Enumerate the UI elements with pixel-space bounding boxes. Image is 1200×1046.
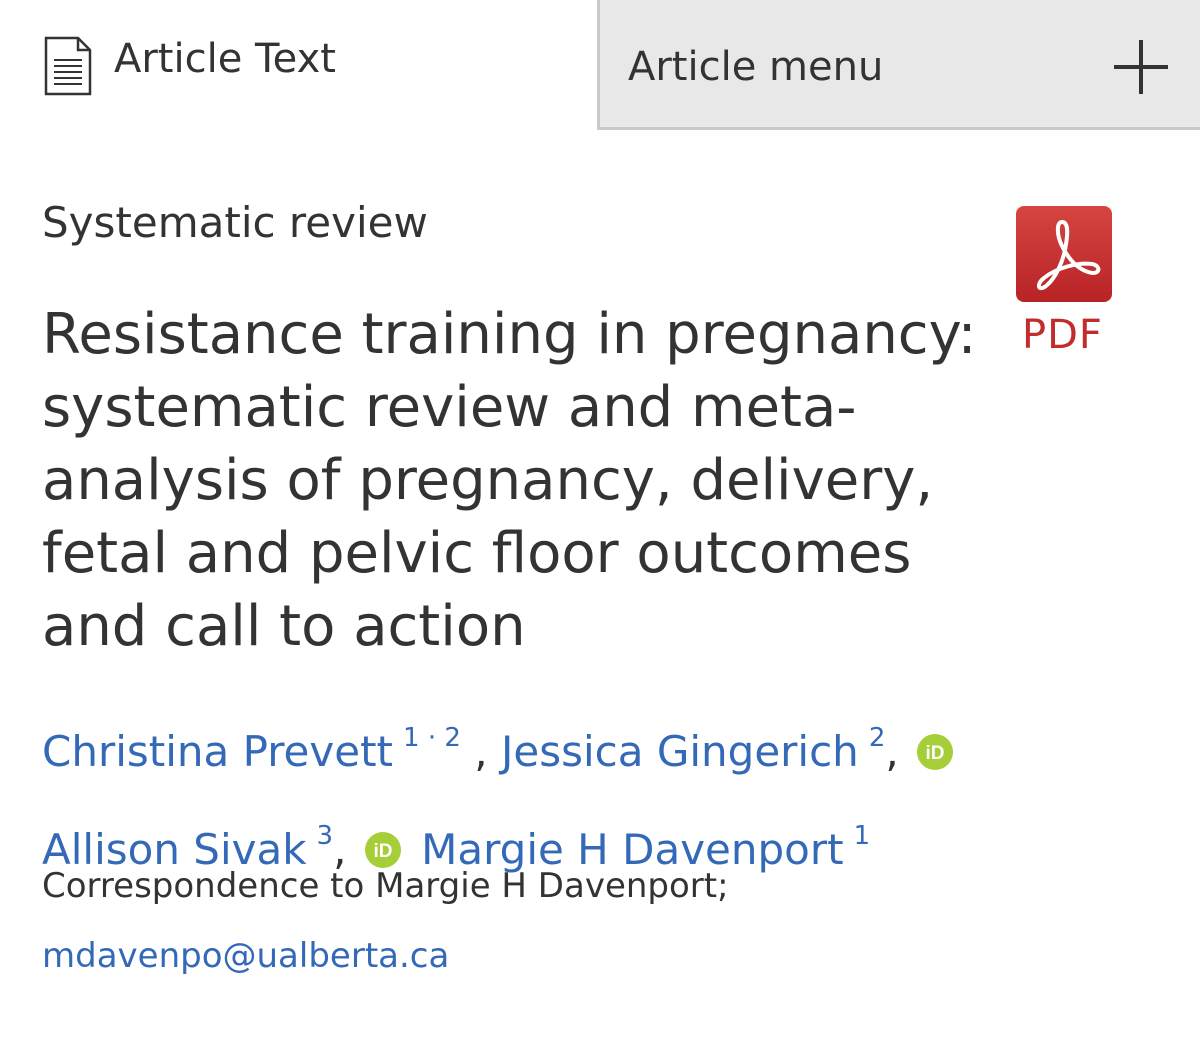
- orcid-icon[interactable]: iD: [916, 733, 954, 771]
- article-type-label: Systematic review: [42, 198, 428, 247]
- pdf-download-button[interactable]: PDF: [1016, 206, 1116, 358]
- pdf-label: PDF: [1022, 312, 1103, 358]
- affiliation-link[interactable]: 2: [869, 723, 886, 753]
- affiliation-link[interactable]: 1 · 2: [403, 723, 461, 753]
- svg-text:iD: iD: [373, 841, 392, 862]
- pdf-icon: [1016, 206, 1112, 302]
- affiliation-link[interactable]: 3: [317, 821, 334, 851]
- tab-article-menu[interactable]: Article menu: [597, 0, 1200, 130]
- plus-icon[interactable]: [1112, 38, 1170, 96]
- correspondence-text: Correspondence to Margie H Davenport;: [42, 866, 729, 906]
- tab-article-text[interactable]: Article Text: [0, 0, 598, 132]
- tab-article-menu-label: Article menu: [628, 44, 884, 90]
- document-icon: [44, 36, 92, 96]
- affiliation-link[interactable]: 1: [854, 821, 871, 851]
- author-link[interactable]: Jessica Gingerich: [501, 727, 859, 776]
- email-link[interactable]: mdavenpo@ualberta.ca: [42, 936, 449, 976]
- tab-article-text-label: Article Text: [114, 36, 336, 82]
- author-link[interactable]: Christina Prevett: [42, 727, 393, 776]
- author-separator: ,: [474, 727, 488, 776]
- orcid-icon[interactable]: iD: [364, 831, 402, 869]
- author-separator: ,: [885, 727, 899, 776]
- author-list: Christina Prevett 1 · 2 , Jessica Gingeri…: [42, 696, 1022, 892]
- article-title: Resistance training in pregnancy: system…: [42, 302, 977, 659]
- svg-text:iD: iD: [926, 743, 945, 764]
